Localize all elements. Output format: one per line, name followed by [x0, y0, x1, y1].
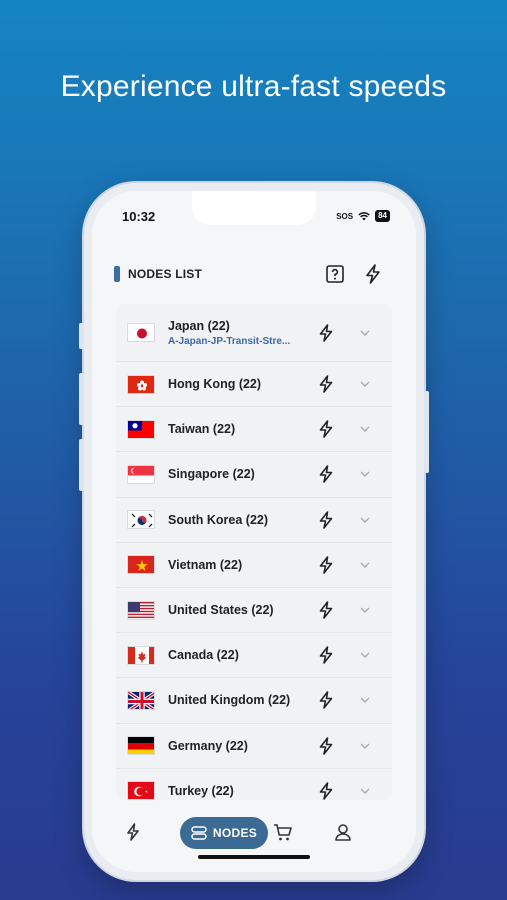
node-row-vietnam[interactable]: Vietnam (22) — [116, 543, 392, 588]
chevron-down-icon[interactable] — [358, 603, 372, 617]
speed-test-icon[interactable] — [316, 555, 336, 575]
chevron-down-icon[interactable] — [358, 422, 372, 436]
speed-test-icon[interactable] — [316, 781, 336, 800]
country-label: Singapore (22) — [168, 467, 255, 482]
country-label: United States (22) — [168, 603, 274, 618]
cart-icon[interactable] — [272, 821, 294, 843]
flag-hong-kong-icon — [127, 374, 155, 394]
flag-vietnam-icon — [127, 555, 155, 575]
country-label: United Kingdom (22) — [168, 693, 291, 708]
power-button — [424, 391, 429, 473]
node-row-united-states[interactable]: United States (22) — [116, 588, 392, 634]
node-row-united-kingdom[interactable]: United Kingdom (22) — [116, 678, 392, 724]
volume-down-button — [79, 439, 84, 491]
flag-turkey-icon — [127, 781, 155, 800]
chevron-down-icon[interactable] — [358, 558, 372, 572]
battery-indicator: 84 — [375, 210, 390, 222]
tab-lightning-icon[interactable] — [122, 821, 144, 843]
app-screen: 10:32 SOS 84 NODES LIST Japan (22) A-Japa… — [92, 191, 416, 872]
tab-nodes[interactable]: NODES — [180, 817, 268, 849]
speed-test-icon[interactable] — [316, 323, 336, 343]
node-text: Taiwan (22) — [168, 422, 235, 436]
flag-taiwan-icon — [127, 419, 155, 439]
status-time: 10:32 — [122, 209, 156, 224]
sos-label: SOS — [336, 211, 354, 221]
flag-united-kingdom-icon — [127, 690, 155, 710]
node-text: Japan (22) A-Japan-JP-Transit-Stre... — [168, 319, 310, 347]
speed-test-icon[interactable] — [316, 374, 336, 394]
chevron-down-icon[interactable] — [358, 739, 372, 753]
speed-test-icon[interactable] — [316, 690, 336, 710]
node-text: Hong Kong (22) — [168, 377, 261, 391]
country-label: Vietnam (22) — [168, 557, 243, 572]
nodes-list: Japan (22) A-Japan-JP-Transit-Stre... Hong… — [116, 304, 392, 800]
profile-icon[interactable] — [332, 821, 354, 843]
page-title: NODES LIST — [128, 267, 203, 281]
speed-test-icon[interactable] — [316, 419, 336, 439]
node-text: Germany (22) — [168, 739, 248, 753]
help-icon[interactable] — [324, 263, 346, 285]
chevron-down-icon[interactable] — [358, 467, 372, 481]
country-label: Hong Kong (22) — [168, 377, 262, 392]
country-label: Japan (22) — [168, 318, 230, 333]
node-text: Turkey (22) — [168, 784, 234, 798]
nodes-header: NODES LIST — [114, 263, 394, 287]
speed-test-icon[interactable] — [316, 464, 336, 484]
mute-switch — [79, 323, 84, 349]
node-row-taiwan[interactable]: Taiwan (22) — [116, 407, 392, 453]
flag-japan-icon — [127, 323, 155, 342]
node-text: Singapore (22) — [168, 467, 255, 481]
node-text: United States (22) — [168, 603, 274, 617]
header-accent-bar — [114, 266, 120, 282]
node-row-turkey[interactable]: Turkey (22) — [116, 769, 392, 800]
node-row-canada[interactable]: Canada (22) — [116, 633, 392, 679]
node-row-south-korea[interactable]: South Korea (22) — [116, 498, 392, 543]
flag-canada-icon — [127, 645, 155, 665]
flag-united-states-icon — [127, 600, 155, 620]
country-label: Turkey (22) — [168, 783, 234, 798]
speed-test-icon[interactable] — [316, 736, 336, 756]
dynamic-island — [192, 191, 316, 225]
speed-test-icon[interactable] — [316, 600, 336, 620]
node-row-hong-kong[interactable]: Hong Kong (22) — [116, 362, 392, 408]
country-label: Canada (22) — [168, 648, 239, 663]
tab-nodes-label: NODES — [212, 826, 258, 840]
chevron-down-icon[interactable] — [358, 377, 372, 391]
wifi-icon — [358, 211, 370, 220]
chevron-down-icon[interactable] — [358, 648, 372, 662]
chevron-down-icon[interactable] — [358, 693, 372, 707]
country-label: Germany (22) — [168, 738, 248, 753]
speed-test-icon[interactable] — [316, 645, 336, 665]
node-row-singapore[interactable]: Singapore (22) — [116, 452, 392, 498]
speed-test-icon[interactable] — [362, 263, 384, 285]
status-indicators: SOS 84 — [336, 210, 390, 222]
country-label: South Korea (22) — [168, 512, 269, 527]
country-label: Taiwan (22) — [168, 422, 236, 437]
flag-south-korea-icon — [127, 510, 155, 530]
phone-frame: 10:32 SOS 84 NODES LIST Japan (22) A-Japa… — [79, 183, 429, 880]
speed-test-icon[interactable] — [316, 510, 336, 530]
node-text: United Kingdom (22) — [168, 693, 290, 707]
headline: Experience ultra-fast speeds — [60, 70, 447, 103]
flag-germany-icon — [127, 736, 155, 756]
home-indicator — [198, 855, 310, 859]
node-text: Canada (22) — [168, 648, 239, 662]
chevron-down-icon[interactable] — [358, 784, 372, 798]
node-text: South Korea (22) — [168, 513, 268, 527]
node-text: Vietnam (22) — [168, 558, 242, 572]
tab-bar: NODES — [92, 807, 416, 859]
selected-node-label: A-Japan-JP-Transit-Stre... — [168, 335, 291, 347]
server-icon — [191, 826, 207, 840]
chevron-down-icon[interactable] — [358, 326, 372, 340]
volume-up-button — [79, 373, 84, 425]
node-row-japan[interactable]: Japan (22) A-Japan-JP-Transit-Stre... — [116, 304, 392, 362]
chevron-down-icon[interactable] — [358, 513, 372, 527]
node-row-germany[interactable]: Germany (22) — [116, 724, 392, 769]
flag-singapore-icon — [127, 464, 155, 484]
